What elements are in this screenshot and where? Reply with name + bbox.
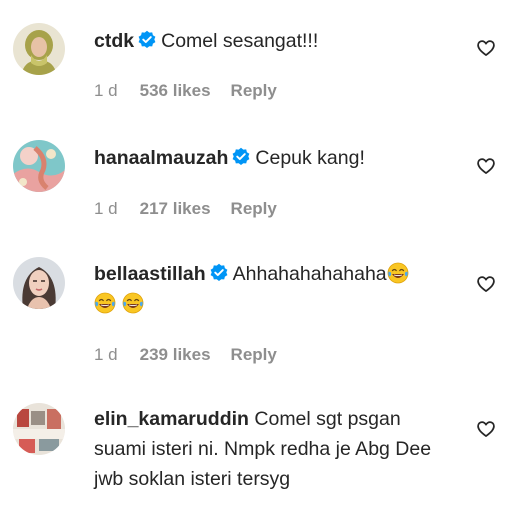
comment-time: 1 d <box>94 81 118 100</box>
avatar-elin-kamaruddin-image <box>13 403 65 455</box>
comment-meta: 1 d 239 likes Reply <box>94 345 277 365</box>
avatar-hanaalmauzah[interactable] <box>13 140 65 192</box>
likes-count-button[interactable]: 217 likes <box>140 199 211 219</box>
avatar-ctdk-image <box>13 23 65 75</box>
comment-text: Ahhahahahahaha <box>232 263 387 285</box>
comment-time: 1 d <box>94 345 118 364</box>
like-heart-icon[interactable] <box>476 419 496 439</box>
username[interactable]: bellaastillah <box>94 263 206 285</box>
likes-count-button[interactable]: 239 likes <box>140 345 211 365</box>
avatar-elin-kamaruddin[interactable] <box>13 403 65 455</box>
like-heart-icon[interactable] <box>476 156 496 176</box>
comment-text: Cepuk kang! <box>255 147 365 169</box>
comment-body: ctdk Comel sesangat!!! <box>94 26 454 56</box>
comment-text: Comel sesangat!!! <box>161 30 319 52</box>
comment-body: bellaastillah Ahhahahahahaha <box>94 259 454 319</box>
comment-body: elin_kamaruddin Comel sgt psgan suami is… <box>94 404 439 494</box>
verified-badge-icon <box>209 263 229 283</box>
reply-button[interactable]: Reply <box>231 199 277 219</box>
username[interactable]: ctdk <box>94 30 134 52</box>
likes-count-button[interactable]: 536 likes <box>140 81 211 101</box>
face-with-tears-of-joy-icon <box>94 292 116 314</box>
avatar-ctdk[interactable] <box>13 23 65 75</box>
comment-time: 1 d <box>94 199 118 218</box>
reply-button[interactable]: Reply <box>231 81 277 101</box>
comment-meta: 1 d 536 likes Reply <box>94 81 277 101</box>
reply-button[interactable]: Reply <box>231 345 277 365</box>
avatar-bellaastillah-image <box>13 257 65 309</box>
avatar-bellaastillah[interactable] <box>13 257 65 309</box>
face-with-tears-of-joy-icon <box>387 262 409 284</box>
face-with-tears-of-joy-icon <box>122 292 144 314</box>
like-heart-icon[interactable] <box>476 38 496 58</box>
username[interactable]: elin_kamaruddin <box>94 408 249 430</box>
username[interactable]: hanaalmauzah <box>94 147 228 169</box>
comment-meta: 1 d 217 likes Reply <box>94 199 277 219</box>
avatar-hanaalmauzah-image <box>13 140 65 192</box>
like-heart-icon[interactable] <box>476 274 496 294</box>
verified-badge-icon <box>137 30 157 50</box>
comment-body: hanaalmauzah Cepuk kang! <box>94 143 454 173</box>
verified-badge-icon <box>231 147 251 167</box>
